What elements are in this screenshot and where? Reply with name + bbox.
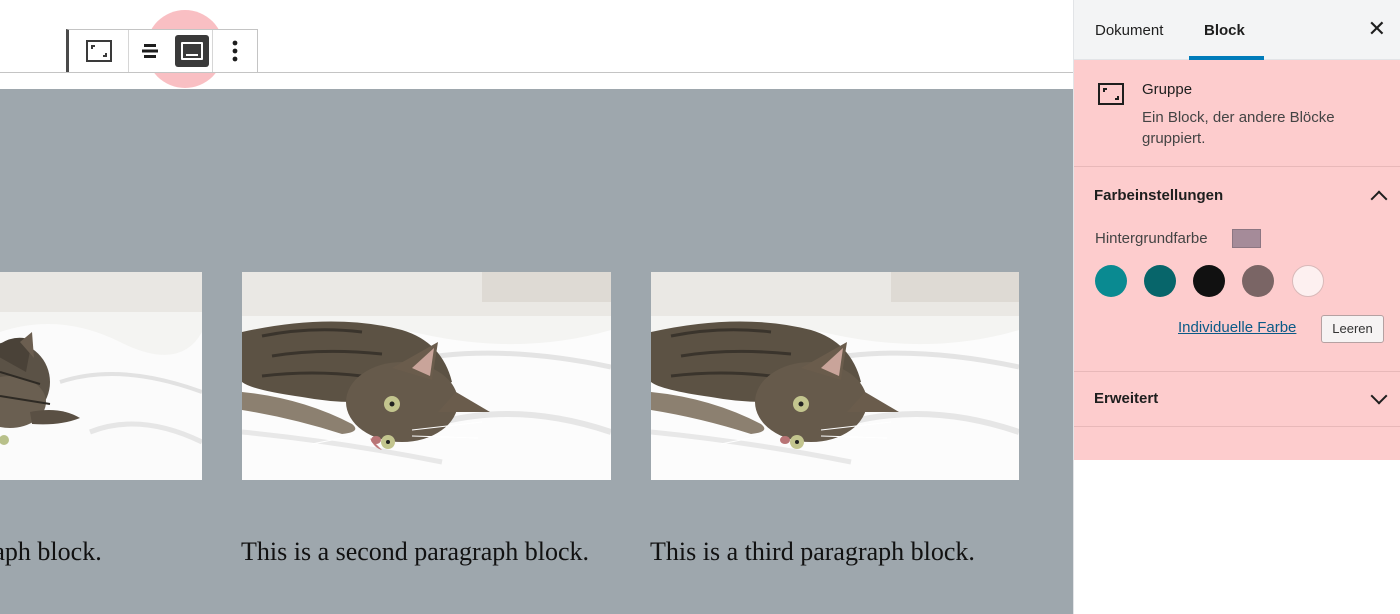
highlighted-settings-area: Gruppe Ein Block, der andere Blöcke grup… — [1074, 60, 1400, 460]
color-settings-title[interactable]: Farbeinstellungen — [1094, 187, 1223, 204]
settings-sidebar: Dokument Block ✕ Gruppe Ein Block, der a… — [1073, 0, 1400, 614]
color-option-light-pink[interactable] — [1292, 265, 1324, 297]
chevron-up-icon[interactable] — [1370, 190, 1388, 208]
paragraph-block-2[interactable]: This is a second paragraph block. — [241, 537, 589, 567]
tab-block[interactable]: Block — [1204, 0, 1245, 60]
group-icon — [1098, 83, 1124, 105]
block-card: Gruppe Ein Block, der andere Blöcke grup… — [1074, 60, 1400, 167]
block-card-description: Ein Block, der andere Blöcke gruppiert. — [1142, 109, 1335, 147]
cat-image-2[interactable] — [242, 272, 611, 480]
close-icon[interactable]: ✕ — [1368, 17, 1386, 41]
advanced-panel-title[interactable]: Erweitert — [1094, 390, 1158, 407]
paragraph-block-1[interactable]: This is a first paragraph block. — [0, 537, 102, 567]
clear-color-button[interactable]: Leeren — [1321, 315, 1384, 343]
block-toolbar — [66, 29, 258, 73]
editor-canvas: This is a first paragraph block. This is… — [0, 0, 1073, 614]
full-width-button[interactable] — [171, 30, 213, 72]
group-block-button[interactable] — [69, 30, 129, 72]
color-option-black[interactable] — [1193, 265, 1225, 297]
group-icon — [85, 40, 112, 62]
tab-document[interactable]: Dokument — [1095, 0, 1163, 60]
more-options-button[interactable] — [213, 30, 257, 72]
background-color-label: Hintergrundfarbe — [1095, 230, 1208, 247]
toolbar-divider — [0, 72, 1073, 73]
cat-image-3[interactable] — [651, 272, 1019, 480]
advanced-panel: Erweitert — [1074, 372, 1400, 427]
align-button[interactable] — [129, 30, 171, 72]
current-color-indicator — [1232, 229, 1261, 248]
cat-image-1[interactable] — [0, 272, 202, 480]
custom-color-link[interactable]: Individuelle Farbe — [1178, 319, 1296, 336]
align-icon — [142, 44, 158, 58]
full-width-icon — [174, 35, 209, 67]
editor-screen: This is a first paragraph block. This is… — [0, 0, 1400, 614]
block-card-title: Gruppe — [1142, 81, 1193, 98]
paragraph-block-3[interactable]: This is a third paragraph block. — [650, 537, 975, 567]
sidebar-tabs: Dokument Block ✕ — [1074, 0, 1400, 60]
color-option-teal[interactable] — [1095, 265, 1127, 297]
chevron-down-icon[interactable] — [1370, 387, 1388, 405]
color-option-brown[interactable] — [1242, 265, 1274, 297]
more-options-icon — [232, 40, 238, 62]
color-option-dark-teal[interactable] — [1144, 265, 1176, 297]
